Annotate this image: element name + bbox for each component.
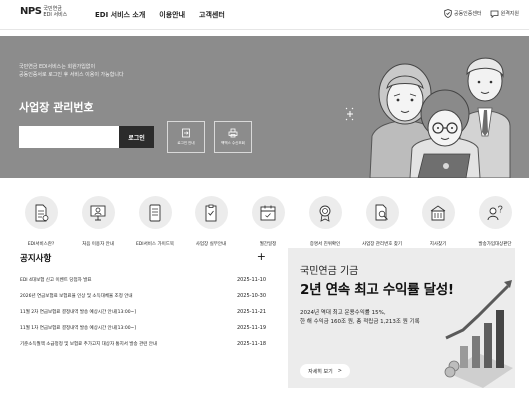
notice-item-date: 2025-10-30 bbox=[236, 293, 266, 299]
notice-item-date: 2025-11-18 bbox=[236, 341, 266, 347]
quick-menu-business-guide[interactable]: 사업장 실무안내 bbox=[191, 196, 231, 247]
notice-item-title: 2026년 연금보험료 보험료율 인상 및 소득대체율 조정 안내 bbox=[20, 294, 133, 299]
quick-menu-label: 처음 이용자 안내 bbox=[82, 242, 114, 247]
certificate-icon bbox=[319, 205, 331, 222]
calendar-icon bbox=[260, 205, 276, 220]
notice-item-title: EDI 4대보험 신고 이벤트 당첨자 발표 bbox=[20, 278, 92, 283]
notice-item[interactable]: 11월 2차 연금보험료 결정내역 발송 예상시간 안내[13:00~] 202… bbox=[20, 309, 266, 318]
notice-item[interactable]: EDI 4대보험 신고 이벤트 당첨자 발표 2025-11-10 bbox=[20, 277, 266, 286]
notice-more-button[interactable]: + bbox=[257, 250, 266, 263]
banner-detail-label: 자세히 보기 bbox=[308, 368, 333, 375]
hero-notice-line1: 국민연금 EDI서비스는 회원가입없이 bbox=[19, 64, 96, 70]
notice-header: 공지사항 + bbox=[20, 250, 266, 266]
main-nav: EDI 서비스 소개 이용안내 고객센터 bbox=[95, 10, 225, 20]
fax-inquiry-button[interactable]: 팩맥스 수신조회 bbox=[214, 121, 252, 153]
quick-menu-label: 발송가입대상판단 bbox=[478, 242, 512, 247]
login-guide-button[interactable]: 로그인 안내 bbox=[167, 121, 205, 153]
login-icon bbox=[182, 128, 190, 138]
login-button[interactable]: 로그인 bbox=[119, 126, 154, 148]
hero-notice: 국민연금 EDI서비스는 회원가입없이 공동인증서로 로그인 후 서비스 이용이… bbox=[19, 63, 124, 79]
book-icon bbox=[149, 204, 161, 221]
growth-chart-illustration bbox=[444, 280, 513, 388]
hero-section: 국민연금 EDI서비스는 회원가입없이 공동인증서로 로그인 후 서비스 이용이… bbox=[0, 36, 529, 178]
quick-menu-eligibility[interactable]: 발송가입대상판단 bbox=[475, 196, 515, 247]
quick-menu-label: 사업장 관리번호 찾기 bbox=[361, 242, 403, 247]
search-document-icon bbox=[375, 204, 388, 220]
quick-menu-label: 월간일정 bbox=[259, 242, 277, 247]
banner-kicker: 국민연금 기금 bbox=[300, 266, 359, 277]
cert-center-link[interactable]: 공동인증센터 bbox=[444, 9, 482, 18]
quick-menu-circle bbox=[308, 196, 342, 229]
notice-item[interactable]: 11월 1차 연금보험료 결정내역 발송 예상시간 안내[13:00~] 202… bbox=[20, 325, 266, 334]
quick-menu-circle bbox=[138, 196, 172, 229]
building-icon bbox=[430, 204, 446, 220]
hero-notice-line2: 공동인증서로 로그인 후 서비스 이용이 가능합니다 bbox=[19, 72, 124, 78]
remote-support-link[interactable]: 원격지원 bbox=[490, 10, 519, 18]
cert-center-label: 공동인증센터 bbox=[453, 11, 482, 17]
notice-item[interactable]: 2026년 연금보험료 보험료율 인상 및 소득대체율 조정 안내 2025-1… bbox=[20, 293, 266, 302]
quick-menu-find-business-number[interactable]: 사업장 관리번호 찾기 bbox=[362, 196, 402, 247]
quick-menu-first-user[interactable]: 처음 이용자 안내 bbox=[78, 196, 118, 247]
quick-menu-cert-verify[interactable]: 증명서 진위확인 bbox=[305, 196, 345, 247]
document-icon bbox=[35, 204, 49, 221]
notice-item-title: 11월 1차 연금보험료 결정내역 발송 예상시간 안내[13:00~] bbox=[20, 326, 137, 331]
fax-inquiry-label: 팩맥스 수신조회 bbox=[221, 141, 245, 145]
banner-desc-line2: 한 해 수익금 160조 원, 총 적립금 1,213조 원 기록 bbox=[300, 319, 420, 325]
nps-logo[interactable]: NPS 국민연금 EDI 서비스 bbox=[20, 6, 67, 18]
banner-description: 2024년 역대 최고 운용수익률 15%, 한 해 수익금 160조 원, 총… bbox=[300, 309, 420, 327]
checklist-icon bbox=[205, 204, 217, 221]
hero-illustration bbox=[345, 57, 511, 178]
nav-customer-center[interactable]: 고객센터 bbox=[199, 10, 225, 20]
quick-menu-guidebook[interactable]: EDI서비스 가이드북 bbox=[135, 196, 175, 247]
logo-text: 국민연금 EDI 서비스 bbox=[43, 6, 67, 18]
notice-item[interactable]: 기준소득월액 소급정정 및 보험료 추가고지 대상자 통지서 발송 관련 안내 … bbox=[20, 341, 266, 350]
quick-menu-circle bbox=[478, 196, 512, 229]
notice-section: 공지사항 + EDI 4대보험 신고 이벤트 당첨자 발표 2025-11-10… bbox=[20, 250, 266, 387]
user-guide-icon bbox=[90, 205, 106, 220]
quick-menu-circle bbox=[24, 196, 58, 229]
quick-menu-edi-intro[interactable]: EDI서비스란? bbox=[21, 196, 61, 247]
sparkle-icon bbox=[345, 107, 354, 121]
notice-title: 공지사항 bbox=[20, 254, 52, 264]
notice-item-title: 11월 2차 연금보험료 결정내역 발송 예상시간 안내[13:00~] bbox=[20, 310, 137, 315]
notice-item-title: 기준소득월액 소급정정 및 보험료 추가고지 대상자 통지서 발송 관련 안내 bbox=[20, 342, 158, 347]
login-guide-label: 로그인 안내 bbox=[177, 141, 195, 145]
logo-mark: NPS bbox=[20, 6, 42, 17]
notice-item-date: 2025-11-21 bbox=[236, 309, 266, 315]
quick-menu-label: 증명서 진위확인 bbox=[309, 242, 341, 247]
business-number-title: 사업장 관리번호 bbox=[19, 101, 94, 114]
quick-menu-label: EDI서비스 가이드북 bbox=[135, 242, 175, 247]
quick-menu-circle bbox=[194, 196, 228, 229]
quick-menu-circle bbox=[365, 196, 399, 229]
shield-check-icon bbox=[444, 9, 452, 18]
quick-menu-circle bbox=[251, 196, 285, 229]
question-user-icon bbox=[487, 205, 503, 220]
banner-desc-line1: 2024년 역대 최고 운용수익률 15%, bbox=[300, 310, 386, 316]
nav-edi-intro[interactable]: EDI 서비스 소개 bbox=[95, 10, 145, 20]
nav-usage-guide[interactable]: 이용안내 bbox=[159, 10, 185, 20]
printer-icon bbox=[228, 128, 238, 138]
fund-banner: 국민연금 기금 2년 연속 최고 수익률 달성! 2024년 역대 최고 운용수… bbox=[288, 248, 515, 388]
logo-line2: EDI 서비스 bbox=[43, 12, 68, 18]
quick-menu-find-branch[interactable]: 지사찾기 bbox=[418, 196, 458, 247]
quick-menu-circle bbox=[421, 196, 455, 229]
quick-menu-monthly-schedule[interactable]: 월간일정 bbox=[248, 196, 288, 247]
quick-menu-label: 지사찾기 bbox=[429, 242, 447, 247]
quick-menu-circle bbox=[81, 196, 115, 229]
banner-detail-button[interactable]: 자세히 보기 > bbox=[300, 364, 350, 378]
remote-support-label: 원격지원 bbox=[500, 11, 519, 17]
notice-item-date: 2025-11-10 bbox=[236, 277, 266, 283]
quick-menu-label: EDI서비스란? bbox=[27, 242, 55, 247]
quick-menu-label: 사업장 실무안내 bbox=[195, 242, 227, 247]
banner-title: 2년 연속 최고 수익률 달성! bbox=[300, 282, 454, 298]
utility-menu: 공동인증센터 원격지원 bbox=[444, 9, 519, 18]
chevron-right-icon: > bbox=[337, 368, 342, 374]
business-number-input[interactable] bbox=[19, 126, 119, 148]
header: NPS 국민연금 EDI 서비스 EDI 서비스 소개 이용안내 고객센터 공동… bbox=[0, 0, 529, 30]
notice-item-date: 2025-11-19 bbox=[236, 325, 266, 331]
chat-icon bbox=[490, 10, 498, 18]
